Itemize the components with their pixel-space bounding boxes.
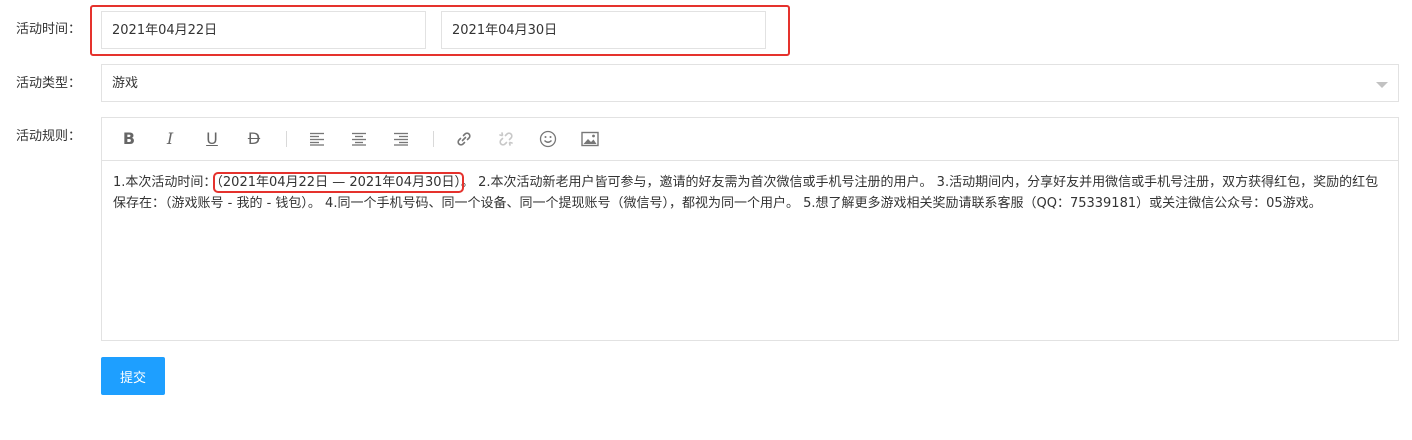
rules-text-prefix: 1.本次活动时间：	[113, 175, 217, 190]
bold-button[interactable]: B	[117, 127, 141, 151]
emoji-button[interactable]	[536, 127, 560, 151]
smiley-icon	[539, 130, 557, 148]
activity-time-label: 活动时间：	[16, 22, 82, 37]
underline-icon: U	[206, 129, 218, 148]
unlink-icon	[499, 132, 513, 146]
strikethrough-button[interactable]: D	[242, 127, 266, 151]
align-center-button[interactable]	[347, 127, 371, 151]
align-left-icon	[310, 132, 324, 146]
image-icon	[581, 131, 599, 147]
insert-image-button[interactable]	[578, 127, 602, 151]
align-left-button[interactable]	[305, 127, 329, 151]
editor-toolbar: B I U D	[102, 118, 1398, 161]
underline-button[interactable]: U	[200, 127, 224, 151]
insert-link-button[interactable]	[452, 127, 476, 151]
align-right-icon	[394, 132, 408, 146]
link-icon	[457, 132, 471, 146]
toolbar-divider	[286, 131, 287, 147]
italic-icon: I	[166, 129, 174, 148]
unlink-button[interactable]	[494, 127, 518, 151]
end-date-input[interactable]: 2021年04月30日	[441, 11, 766, 49]
activity-rules-label: 活动规则：	[16, 129, 82, 144]
align-center-icon	[352, 132, 366, 146]
chevron-down-icon	[1376, 82, 1388, 88]
toolbar-divider	[433, 131, 434, 147]
rich-text-editor[interactable]: B I U D 1.本次活动时间：（2021年04月22日 — 2021年04月…	[101, 117, 1399, 341]
submit-button[interactable]: 提交	[101, 357, 165, 395]
bold-icon: B	[122, 129, 136, 148]
start-date-input[interactable]: 2021年04月22日	[101, 11, 426, 49]
align-right-button[interactable]	[389, 127, 413, 151]
activity-type-select[interactable]: 游戏	[101, 64, 1399, 102]
strikethrough-icon: D	[247, 129, 261, 148]
activity-type-value: 游戏	[112, 76, 139, 91]
activity-period-highlight: （2021年04月22日 — 2021年04月30日）	[213, 172, 465, 193]
activity-type-label: 活动类型：	[16, 76, 82, 91]
editor-content[interactable]: 1.本次活动时间：（2021年04月22日 — 2021年04月30日）。 2.…	[113, 172, 1389, 214]
italic-button[interactable]: I	[158, 127, 182, 151]
